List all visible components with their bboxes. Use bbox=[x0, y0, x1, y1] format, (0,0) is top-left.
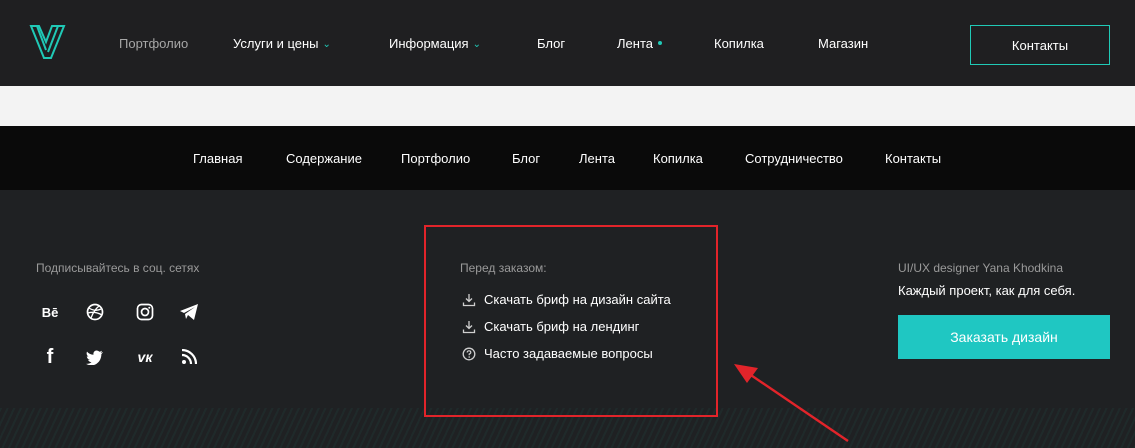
nav-item-portfolio[interactable]: Портфолио bbox=[119, 36, 188, 51]
footer-nav-portfolio[interactable]: Портфолио bbox=[401, 151, 470, 166]
order-design-button[interactable]: Заказать дизайн bbox=[898, 315, 1110, 359]
link-label: Скачать бриф на дизайн сайта bbox=[484, 292, 671, 307]
footer-nav-contents[interactable]: Содержание bbox=[286, 151, 362, 166]
footer-nav-contacts[interactable]: Контакты bbox=[885, 151, 941, 166]
question-icon bbox=[462, 347, 476, 361]
slogan: Каждый проект, как для себя. bbox=[898, 283, 1076, 298]
nav-label: Услуги и цены bbox=[233, 36, 319, 51]
download-landing-brief-link[interactable]: Скачать бриф на лендинг bbox=[462, 319, 639, 334]
site-header: Портфолио Услуги и цены ⌄ Информация ⌄ Бло… bbox=[0, 0, 1135, 86]
chevron-down-icon: ⌄ bbox=[322, 39, 331, 50]
link-label: Часто задаваемые вопросы bbox=[484, 346, 653, 361]
twitter-icon[interactable] bbox=[83, 345, 107, 369]
nav-item-shop[interactable]: Магазин bbox=[818, 36, 868, 51]
instagram-icon[interactable] bbox=[133, 300, 157, 324]
nav-item-feed[interactable]: Лента bbox=[617, 36, 662, 51]
footer-nav: Главная Содержание Портфолио Блог Лента … bbox=[0, 126, 1135, 190]
nav-label: Информация bbox=[389, 36, 469, 51]
before-order-title: Перед заказом: bbox=[460, 261, 547, 275]
footer-nav-blog[interactable]: Блог bbox=[512, 151, 540, 166]
nav-item-blog[interactable]: Блог bbox=[537, 36, 565, 51]
dribbble-icon[interactable] bbox=[83, 300, 107, 324]
nav-item-services[interactable]: Услуги и цены ⌄ bbox=[233, 36, 331, 51]
nav-item-piggybank[interactable]: Копилка bbox=[714, 36, 764, 51]
footer-nav-home[interactable]: Главная bbox=[193, 151, 242, 166]
new-indicator-dot bbox=[657, 41, 662, 45]
behance-icon[interactable]: Bē bbox=[38, 300, 62, 324]
chevron-down-icon: ⌄ bbox=[472, 39, 481, 50]
download-site-brief-link[interactable]: Скачать бриф на дизайн сайта bbox=[462, 292, 671, 307]
nav-label: Портфолио bbox=[119, 36, 189, 51]
footer-nav-piggybank[interactable]: Копилка bbox=[653, 151, 703, 166]
download-icon bbox=[462, 293, 476, 307]
nav-label: Копилка bbox=[714, 36, 764, 51]
behance-glyph: Bē bbox=[41, 304, 59, 320]
contact-button[interactable]: Контакты bbox=[970, 25, 1110, 65]
nav-label: Блог bbox=[537, 36, 566, 51]
facebook-icon[interactable]: f bbox=[38, 345, 62, 369]
vk-icon[interactable]: vк bbox=[133, 345, 157, 369]
rss-icon[interactable] bbox=[177, 345, 201, 369]
social-title: Подписывайтесь в соц. сетях bbox=[36, 261, 200, 275]
content-strip bbox=[0, 86, 1135, 126]
designer-title: UI/UX designer Yana Khodkina bbox=[898, 261, 1063, 275]
logo-icon[interactable] bbox=[28, 22, 68, 62]
facebook-glyph: f bbox=[46, 345, 54, 368]
site-footer: Подписывайтесь в соц. сетях Bē f vк Пере… bbox=[0, 190, 1135, 448]
link-label: Скачать бриф на лендинг bbox=[484, 319, 640, 334]
download-icon bbox=[462, 320, 476, 334]
footer-nav-cooperation[interactable]: Сотрудничество bbox=[745, 151, 843, 166]
annotation-arrow-icon bbox=[734, 364, 849, 442]
nav-label: Лента bbox=[617, 36, 653, 51]
vk-glyph: vк bbox=[137, 349, 153, 365]
nav-item-info[interactable]: Информация ⌄ bbox=[389, 36, 481, 51]
footer-nav-feed[interactable]: Лента bbox=[579, 151, 615, 166]
nav-label: Магазин bbox=[818, 36, 869, 51]
telegram-icon[interactable] bbox=[177, 300, 201, 324]
faq-link[interactable]: Часто задаваемые вопросы bbox=[462, 346, 653, 361]
